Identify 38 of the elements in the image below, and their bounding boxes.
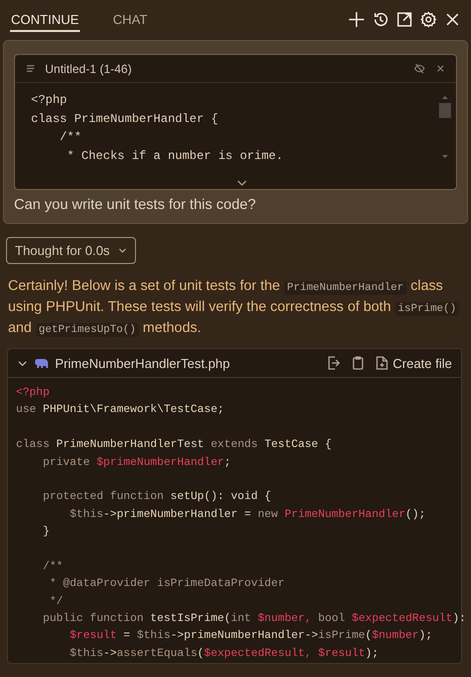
code-line: public function testIsPrime(int $number, bool $expectedResult): bbox=[42, 612, 466, 628]
code-line: $result = $this->primeNumberHandler->isPrime($number); bbox=[68, 628, 432, 644]
code-line: * @dataProvider isPrimeDataProvider bbox=[48, 576, 285, 592]
code-line: $this->primeNumberHandler = new PrimeNumberHandler(); bbox=[68, 508, 426, 523]
file-name: PrimeNumberHandlerTest.php bbox=[55, 356, 230, 370]
code-line: use PHPUnit\Framework\TestCase; bbox=[16, 402, 224, 418]
elephant-icon bbox=[34, 357, 49, 369]
tab[interactable]: CHAT bbox=[112, 6, 148, 32]
settings-icon[interactable] bbox=[420, 10, 437, 28]
new-file-icon bbox=[376, 356, 388, 370]
code-line: * Checks if a number is orime. bbox=[66, 148, 284, 164]
code-line: <?php bbox=[31, 92, 68, 109]
open-external-icon[interactable] bbox=[396, 10, 413, 28]
code-line: */ bbox=[48, 594, 63, 610]
chevron-down-icon[interactable] bbox=[236, 179, 248, 187]
code-line: /** bbox=[42, 560, 63, 575]
code-line: protected function setUp(): void { bbox=[42, 490, 272, 506]
create-file-button[interactable]: Create file bbox=[376, 356, 452, 370]
lines-icon bbox=[25, 63, 36, 74]
code-line: <?php bbox=[16, 386, 50, 401]
code-line: private $primeNumberHandler; bbox=[42, 456, 231, 471]
code-line: } bbox=[42, 524, 50, 540]
insert-icon[interactable] bbox=[326, 356, 340, 370]
history-icon[interactable] bbox=[372, 10, 389, 28]
user-prompt: Can you write unit tests for this code? bbox=[14, 197, 257, 213]
code-line: class PrimeNumberHandler { bbox=[31, 110, 220, 128]
clipboard-icon[interactable] bbox=[352, 356, 364, 370]
tab[interactable]: CONTINUE bbox=[10, 6, 80, 32]
answer-paragraph: Certainly! Below is a set of unit tests for the PrimeNumberHandler class using PHPUnit. These tests will verify the correctness of both isPrime() and getPrimesUpTo() methods. bbox=[8, 276, 465, 339]
eye-slash-icon[interactable] bbox=[414, 63, 425, 74]
code-line: /** bbox=[58, 129, 82, 146]
code-line: class PrimeNumberHandlerTest extends TestCase { bbox=[16, 438, 332, 454]
plus-icon[interactable] bbox=[348, 10, 365, 28]
thought-toggle[interactable]: Thought for 0.0s bbox=[6, 237, 136, 264]
chevron-down-icon bbox=[118, 246, 127, 255]
code-line: $this->assertEquals($expectedResult, $result); bbox=[68, 646, 379, 662]
close-icon[interactable] bbox=[444, 10, 461, 28]
attachment-title: Untitled-1 (1-46) bbox=[45, 62, 132, 76]
